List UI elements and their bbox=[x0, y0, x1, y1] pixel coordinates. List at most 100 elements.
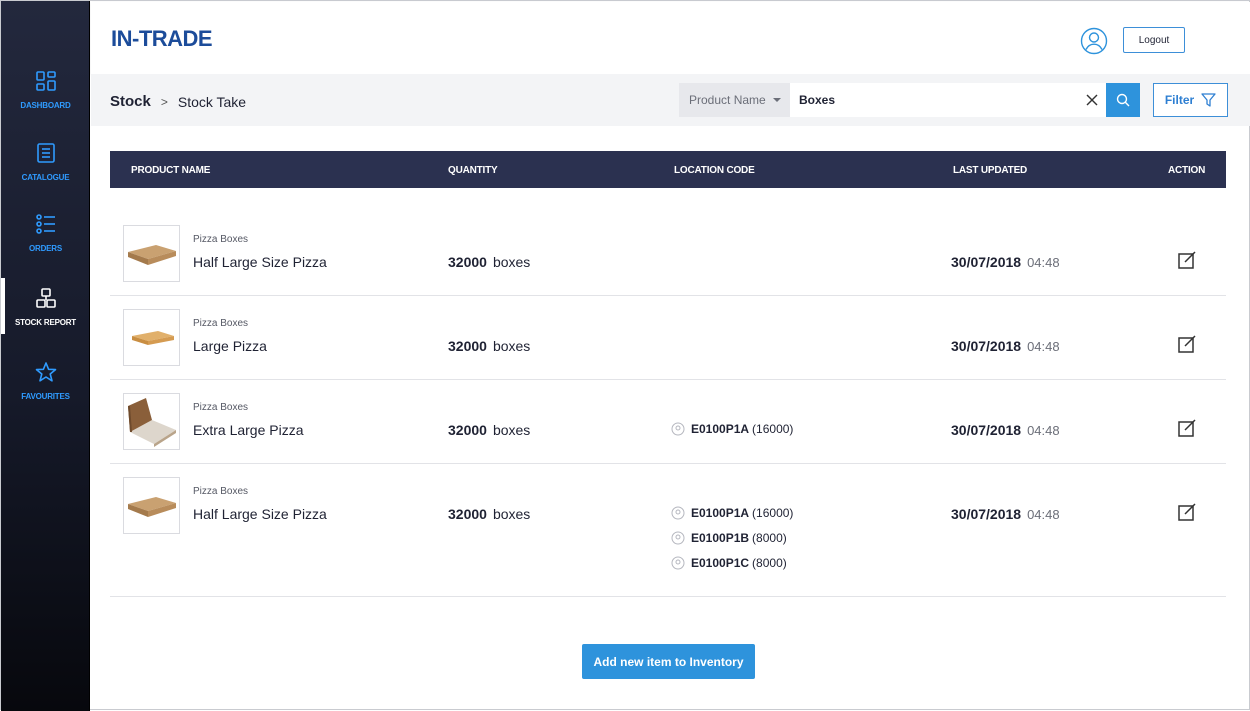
quantity-value: 32000 bbox=[448, 338, 487, 354]
column-header-location-code[interactable]: LOCATION CODE bbox=[674, 165, 755, 176]
quantity: 32000 boxes bbox=[448, 254, 530, 270]
filter-button[interactable]: Filter bbox=[1153, 83, 1228, 117]
product-name[interactable]: Half Large Size Pizza bbox=[193, 254, 327, 270]
table-row[interactable]: Pizza Boxes Half Large Size Pizza 32000 b… bbox=[110, 225, 1226, 296]
column-header-action: ACTION bbox=[1168, 165, 1206, 176]
breadcrumb-root[interactable]: Stock bbox=[110, 93, 151, 110]
search-button[interactable] bbox=[1106, 83, 1140, 117]
product-thumbnail bbox=[123, 309, 180, 366]
sidebar-item-stock-report[interactable]: STOCK REPORT bbox=[1, 278, 90, 353]
product-name[interactable]: Half Large Size Pizza bbox=[193, 506, 327, 522]
last-updated: 30/07/2018 04:48 bbox=[951, 338, 1060, 354]
location-code-value: E0100P1B bbox=[691, 530, 750, 545]
location-list: E0100P1A (16000) E0100P1B (8000) E0100P1… bbox=[671, 500, 793, 575]
edit-icon[interactable] bbox=[1177, 502, 1197, 522]
sidebar-item-label: ORDERS bbox=[28, 244, 63, 253]
location-pin-icon bbox=[671, 422, 685, 435]
search-field-select[interactable]: Product Name bbox=[679, 83, 790, 117]
search-field-label: Product Name bbox=[689, 93, 766, 107]
updated-time: 04:48 bbox=[1027, 507, 1060, 522]
orders-icon bbox=[35, 214, 55, 234]
logout-button[interactable]: Logout bbox=[1123, 27, 1185, 53]
column-header-product-name[interactable]: PRODUCT NAME bbox=[131, 165, 210, 176]
quantity: 32000 boxes bbox=[448, 506, 530, 522]
sidebar-item-favourites[interactable]: FAVOURITES bbox=[1, 361, 90, 427]
product-category: Pizza Boxes bbox=[193, 486, 249, 497]
sidebar-item-label: CATALOGUE bbox=[21, 173, 70, 182]
dashboard-icon bbox=[35, 71, 56, 91]
user-avatar-icon[interactable] bbox=[1080, 27, 1108, 55]
updated-date: 30/07/2018 bbox=[951, 422, 1022, 438]
sidebar-item-dashboard[interactable]: DASHBOARD bbox=[1, 70, 90, 136]
location-count: (8000) bbox=[752, 530, 787, 545]
star-icon bbox=[35, 362, 56, 382]
edit-icon[interactable] bbox=[1177, 250, 1197, 270]
product-category: Pizza Boxes bbox=[193, 318, 249, 329]
location-code-value: E0100P1A bbox=[691, 421, 750, 436]
location-code[interactable]: E0100P1B (8000) bbox=[671, 525, 793, 550]
location-list: E0100P1A (16000) bbox=[671, 416, 793, 441]
column-header-quantity[interactable]: QUANTITY bbox=[448, 165, 498, 176]
table-row[interactable]: Pizza Boxes Large Pizza 32000 boxes 30/07… bbox=[110, 296, 1226, 380]
clear-search-button[interactable] bbox=[1078, 83, 1106, 117]
quantity-unit: boxes bbox=[492, 506, 531, 522]
search-input[interactable] bbox=[790, 83, 1078, 117]
location-code[interactable]: E0100P1A (16000) bbox=[671, 416, 793, 441]
filter-label: Filter bbox=[1164, 93, 1195, 107]
sidebar-item-catalogue[interactable]: CATALOGUE bbox=[1, 142, 90, 208]
column-header-last-updated[interactable]: LAST UPDATED bbox=[953, 165, 1027, 176]
location-code-value: E0100P1A bbox=[691, 505, 750, 520]
table-row[interactable]: Pizza Boxes Half Large Size Pizza 32000 b… bbox=[110, 464, 1226, 597]
top-header: IN-TRADE Logout bbox=[91, 2, 1250, 74]
product-name[interactable]: Extra Large Pizza bbox=[193, 422, 304, 438]
add-new-item-button[interactable]: Add new item to Inventory bbox=[582, 644, 755, 679]
quantity-value: 32000 bbox=[448, 422, 487, 438]
last-updated: 30/07/2018 04:48 bbox=[951, 422, 1060, 438]
quantity: 32000 boxes bbox=[448, 422, 530, 438]
breadcrumb: Stock > Stock Take bbox=[110, 93, 246, 110]
stock-table: PRODUCT NAME QUANTITY LOCATION CODE LAST… bbox=[110, 151, 1226, 597]
sidebar-item-label: FAVOURITES bbox=[21, 392, 70, 401]
app-window: DASHBOARD CATALOGUE ORDERS STOCK REPORT … bbox=[0, 0, 1250, 711]
quantity-unit: boxes bbox=[492, 422, 531, 438]
location-pin-icon bbox=[671, 531, 685, 544]
quantity-value: 32000 bbox=[448, 506, 487, 522]
close-icon bbox=[1086, 94, 1098, 106]
pizza-box-image bbox=[127, 244, 176, 265]
location-count: (16000) bbox=[752, 505, 794, 520]
location-pin-icon bbox=[671, 556, 685, 569]
product-category: Pizza Boxes bbox=[193, 402, 249, 413]
location-code[interactable]: E0100P1C (8000) bbox=[671, 550, 793, 575]
filter-icon bbox=[1201, 93, 1216, 107]
location-count: (16000) bbox=[752, 421, 794, 436]
table-row[interactable]: Pizza Boxes Extra Large Pizza 32000 boxes… bbox=[110, 380, 1226, 464]
catalogue-icon bbox=[36, 143, 55, 163]
pizza-box-image bbox=[127, 496, 176, 517]
updated-time: 04:48 bbox=[1027, 423, 1060, 438]
location-code-value: E0100P1C bbox=[691, 555, 750, 570]
app-logo[interactable]: IN-TRADE bbox=[111, 26, 213, 52]
location-pin-icon bbox=[671, 506, 685, 519]
table-header: PRODUCT NAME QUANTITY LOCATION CODE LAST… bbox=[110, 151, 1226, 188]
quantity-unit: boxes bbox=[492, 338, 531, 354]
toolbar: Stock > Stock Take Product Name Filt bbox=[91, 74, 1250, 126]
product-thumbnail bbox=[123, 393, 180, 450]
breadcrumb-separator: > bbox=[160, 94, 168, 109]
caret-down-icon bbox=[772, 98, 781, 102]
product-thumbnail bbox=[123, 477, 180, 534]
updated-time: 04:48 bbox=[1027, 339, 1060, 354]
quantity-unit: boxes bbox=[492, 254, 531, 270]
sidebar: DASHBOARD CATALOGUE ORDERS STOCK REPORT … bbox=[1, 1, 90, 711]
sidebar-item-orders[interactable]: ORDERS bbox=[1, 213, 90, 279]
updated-date: 30/07/2018 bbox=[951, 338, 1022, 354]
quantity: 32000 boxes bbox=[448, 338, 530, 354]
edit-icon[interactable] bbox=[1177, 334, 1197, 354]
breadcrumb-current: Stock Take bbox=[177, 93, 247, 110]
sidebar-item-label: DASHBOARD bbox=[20, 101, 71, 110]
location-code[interactable]: E0100P1A (16000) bbox=[671, 500, 793, 525]
last-updated: 30/07/2018 04:48 bbox=[951, 506, 1060, 522]
product-name[interactable]: Large Pizza bbox=[193, 338, 267, 354]
search-bar: Product Name bbox=[679, 83, 1140, 117]
sidebar-item-label: STOCK REPORT bbox=[14, 318, 76, 327]
edit-icon[interactable] bbox=[1177, 418, 1197, 438]
